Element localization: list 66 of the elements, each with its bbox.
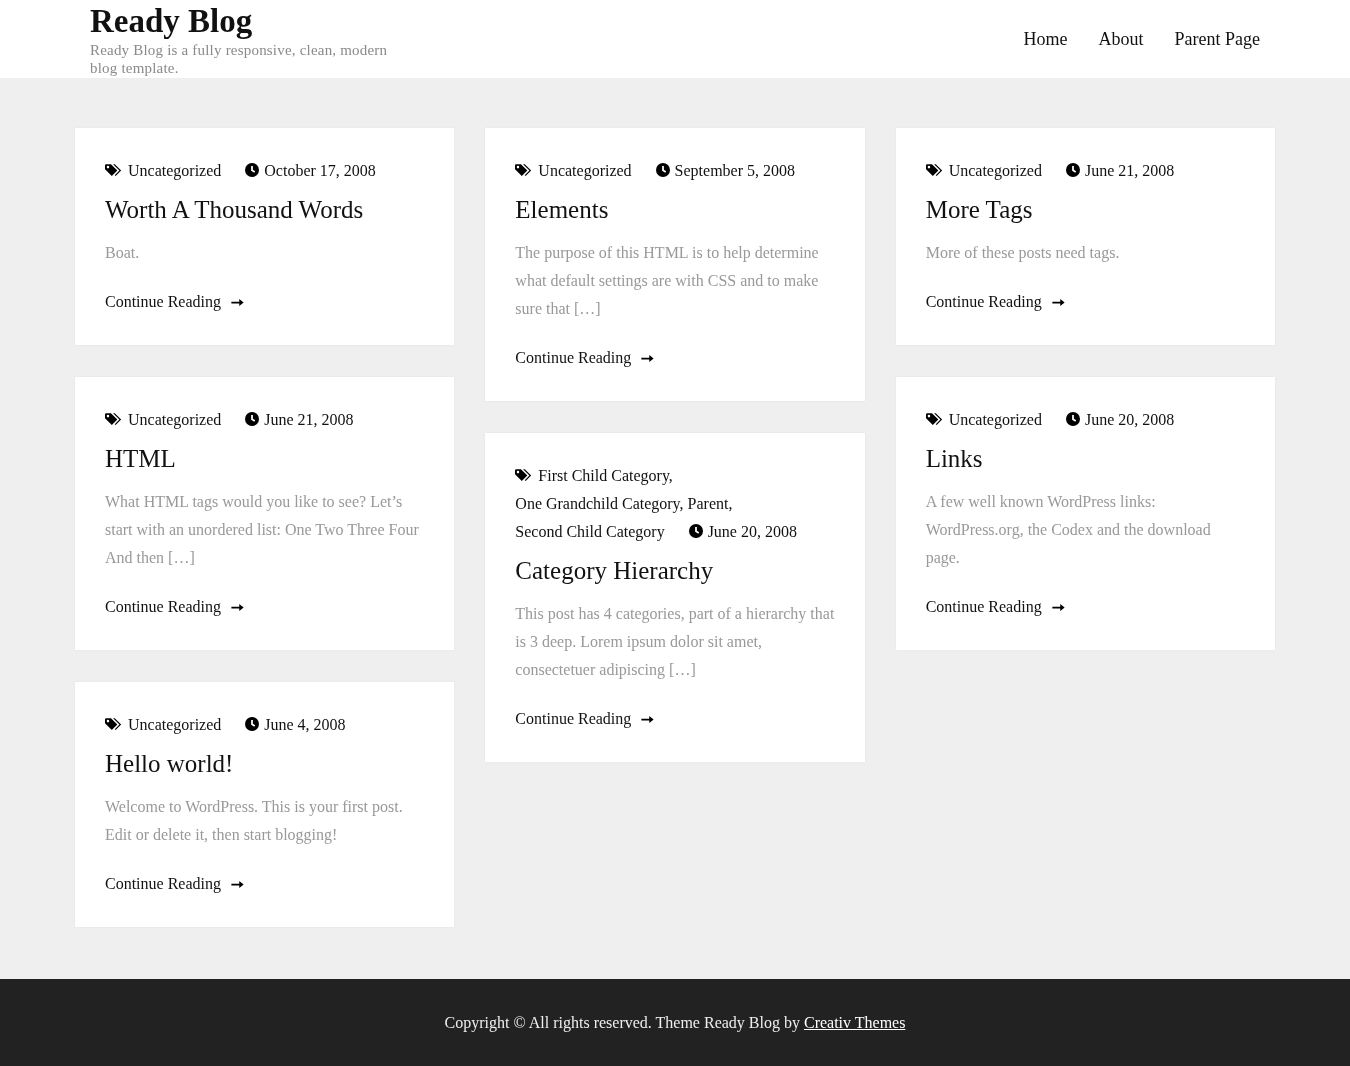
arrow-icon	[231, 298, 244, 306]
post-title[interactable]: Hello world!	[105, 748, 425, 780]
post-excerpt: The purpose of this HTML is to help determine what default settings are with CSS and to make sure that […]	[515, 243, 820, 319]
nav-link[interactable]: Home	[1023, 28, 1068, 50]
post-title[interactable]: HTML	[105, 443, 425, 475]
category-link[interactable]: Parent,	[687, 495, 733, 512]
continue-reading-link[interactable]: Continue Reading	[105, 595, 244, 619]
continue-reading-link[interactable]: Continue Reading	[925, 595, 1065, 619]
post-excerpt: More of these posts need tags.	[925, 243, 1121, 264]
post-excerpt: A few well known WordPress links: WordPress.org, the Codex and the download page.	[925, 492, 1212, 569]
arrow-icon	[1051, 298, 1065, 306]
post-title[interactable]: More Tags	[925, 194, 1245, 226]
nav-link[interactable]: About	[1098, 28, 1144, 50]
post-title[interactable]: Elements	[515, 194, 835, 226]
arrow-icon	[231, 603, 244, 611]
tag-icon	[925, 164, 943, 177]
tag-icon	[105, 413, 122, 426]
post-date[interactable]: June 4, 2008	[264, 716, 346, 733]
category-link[interactable]: One Grandchild Category,	[515, 495, 684, 512]
continue-reading-link[interactable]: Continue Reading	[925, 290, 1065, 314]
tag-icon	[515, 469, 533, 482]
clock-icon	[655, 163, 670, 177]
arrow-icon	[231, 880, 244, 888]
post-date[interactable]: June 21, 2008	[264, 411, 354, 428]
clock-icon	[245, 163, 260, 177]
post-date[interactable]: October 17, 2008	[264, 162, 376, 179]
copyright-text: Copyright © All rights reserved. Theme Ready Blog by Creativ Themes	[444, 1014, 906, 1032]
arrow-icon	[1051, 603, 1065, 611]
post-date[interactable]: September 5, 2008	[674, 162, 796, 179]
category-link[interactable]: Uncategorized	[538, 162, 632, 179]
post-title[interactable]: Links	[925, 443, 1245, 475]
clock-icon	[245, 717, 260, 731]
category-link[interactable]: Uncategorized	[128, 716, 222, 733]
category-link[interactable]: Uncategorized	[128, 162, 222, 179]
clock-icon	[688, 524, 703, 538]
clock-icon	[1065, 163, 1080, 177]
post-title[interactable]: Worth A Thousand Words	[105, 194, 425, 226]
continue-reading-link[interactable]: Continue Reading	[515, 346, 655, 370]
tag-icon	[515, 164, 533, 177]
creativ-themes-link[interactable]: Creativ Themes	[803, 1014, 906, 1031]
tag-icon	[925, 413, 943, 426]
category-link[interactable]: First Child Category,	[538, 467, 673, 484]
site-tagline: Ready Blog is a fully responsive, clean, modern blog template.	[90, 41, 389, 77]
arrow-icon	[641, 354, 655, 362]
clock-icon	[245, 412, 260, 426]
site-title[interactable]: Ready Blog	[90, 2, 253, 40]
continue-reading-link[interactable]: Continue Reading	[105, 872, 244, 896]
arrow-icon	[641, 715, 655, 723]
post-title[interactable]: Category Hierarchy	[515, 555, 835, 587]
tag-icon	[105, 164, 122, 177]
tag-icon	[105, 718, 122, 731]
continue-reading-link[interactable]: Continue Reading	[105, 290, 244, 314]
post-date[interactable]: June 20, 2008	[707, 523, 797, 540]
nav-link[interactable]: Parent Page	[1174, 28, 1260, 50]
post-date[interactable]: June 20, 2008	[1084, 411, 1175, 428]
post-excerpt: Welcome to WordPress. This is your first post. Edit or delete it, then start blogging!	[105, 797, 404, 846]
category-link[interactable]: Uncategorized	[948, 411, 1042, 428]
continue-reading-link[interactable]: Continue Reading	[515, 707, 655, 731]
category-link[interactable]: Uncategorized	[948, 162, 1042, 179]
category-link[interactable]: Uncategorized	[128, 411, 222, 428]
post-excerpt: This post has 4 categories, part of a hierarchy that is 3 deep. Lorem ipsum dolor sit amet, consectetuer adipiscing […]	[515, 604, 835, 681]
post-excerpt: What HTML tags would you like to see? Let’s start with an unordered list: One Two Three Four And then […]	[105, 492, 420, 568]
clock-icon	[1065, 412, 1080, 426]
post-date[interactable]: June 21, 2008	[1084, 162, 1175, 179]
post-excerpt: Boat.	[105, 243, 141, 263]
category-link[interactable]: Second Child Category	[515, 523, 665, 540]
